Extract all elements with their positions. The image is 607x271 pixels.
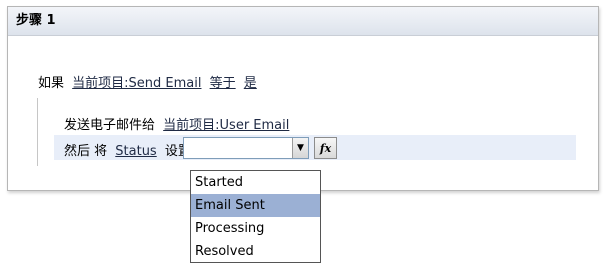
value-dropdown-list[interactable]: Started Email Sent Processing Resolved (190, 170, 321, 263)
email-target-link[interactable]: 当前项目:User Email (163, 118, 289, 133)
dropdown-option-email-sent[interactable]: Email Sent (191, 194, 320, 217)
status-field-link[interactable]: Status (115, 144, 156, 159)
send-email-action: 发送电子邮件给 当前项目:User Email (64, 114, 289, 133)
value-combobox[interactable]: ▼ (183, 137, 309, 159)
dropdown-option-processing[interactable]: Processing (191, 217, 320, 240)
if-label: 如果 (38, 76, 65, 91)
chevron-down-icon: ▼ (297, 143, 304, 153)
workflow-step-panel: 步骤 1 (7, 6, 599, 191)
function-builder-button[interactable]: fx (314, 137, 337, 159)
step-title: 步骤 1 (8, 7, 598, 36)
send-email-label: 发送电子邮件给 (64, 118, 156, 133)
condition-line: 如果 当前项目:Send Email 等于 是 (38, 72, 257, 91)
fx-icon: fx (319, 141, 332, 155)
condition-value-link[interactable]: 是 (244, 76, 257, 91)
action-block-bar (37, 98, 38, 166)
condition-operator-link[interactable]: 等于 (210, 76, 236, 91)
condition-field-link[interactable]: 当前项目:Send Email (72, 76, 201, 91)
dropdown-option-resolved[interactable]: Resolved (191, 240, 320, 263)
then-label: 然后 将 (64, 144, 108, 159)
dropdown-option-started[interactable]: Started (191, 171, 320, 194)
combo-dropdown-button[interactable]: ▼ (292, 138, 308, 158)
